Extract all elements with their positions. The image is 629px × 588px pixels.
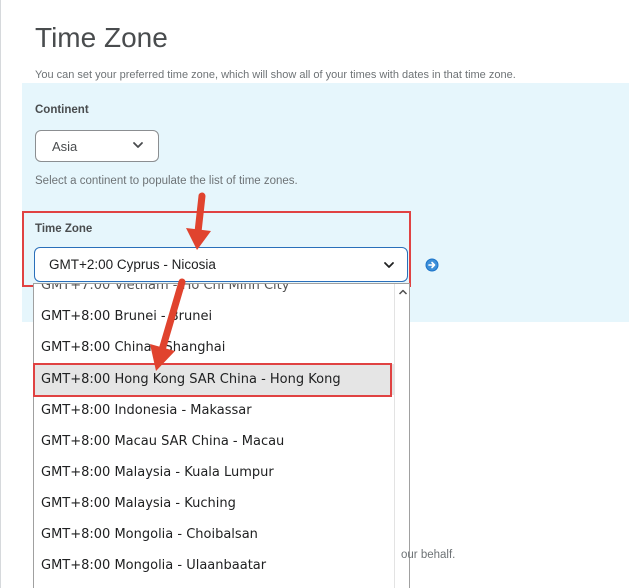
page-description: You can set your preferred time zone, wh…	[35, 69, 516, 81]
timezone-option[interactable]: GMT+8:00 Macau SAR China - Macau	[34, 426, 394, 457]
info-icon[interactable]	[425, 258, 439, 272]
chevron-down-icon	[133, 142, 143, 148]
timezone-option[interactable]: GMT+7:00 Vietnam - Ho Chi Minh City	[34, 284, 394, 301]
timezone-option[interactable]: GMT+8:00 Malaysia - Kuching	[34, 488, 394, 519]
continent-hint: Select a continent to populate the list …	[35, 175, 298, 187]
scroll-up-arrow-icon[interactable]	[398, 288, 408, 296]
continent-select[interactable]: Asia	[35, 130, 159, 162]
annotation-arrow-1	[186, 192, 211, 250]
timezone-dropdown-list[interactable]: GMT+7:00 Vietnam - Ho Chi Minh City GMT+…	[33, 283, 410, 588]
timezone-option[interactable]: GMT+8:00 China - Shanghai	[34, 332, 394, 363]
partial-background-text: our behalf.	[401, 549, 456, 561]
continent-select-value: Asia	[52, 138, 78, 154]
timezone-option[interactable]: GMT+8:00 Malaysia - Kuala Lumpur	[34, 457, 394, 488]
timezone-option[interactable]: GMT+8:00 Indonesia - Makassar	[34, 395, 394, 426]
continent-label: Continent	[35, 104, 89, 116]
timezone-option[interactable]: GMT+8:00 Mongolia - Ulaanbaatar	[34, 550, 394, 581]
annotation-arrow-2	[150, 278, 186, 371]
selected-option-highlight-box	[33, 363, 392, 397]
timezone-option[interactable]: GMT+8:00 Brunei - Brunei	[34, 301, 394, 332]
page-left-border	[0, 0, 1, 588]
page-title: Time Zone	[35, 22, 168, 53]
dropdown-scrollbar[interactable]	[394, 284, 409, 588]
timezone-option[interactable]: GMT+8:00 Mongolia - Choibalsan	[34, 519, 394, 550]
